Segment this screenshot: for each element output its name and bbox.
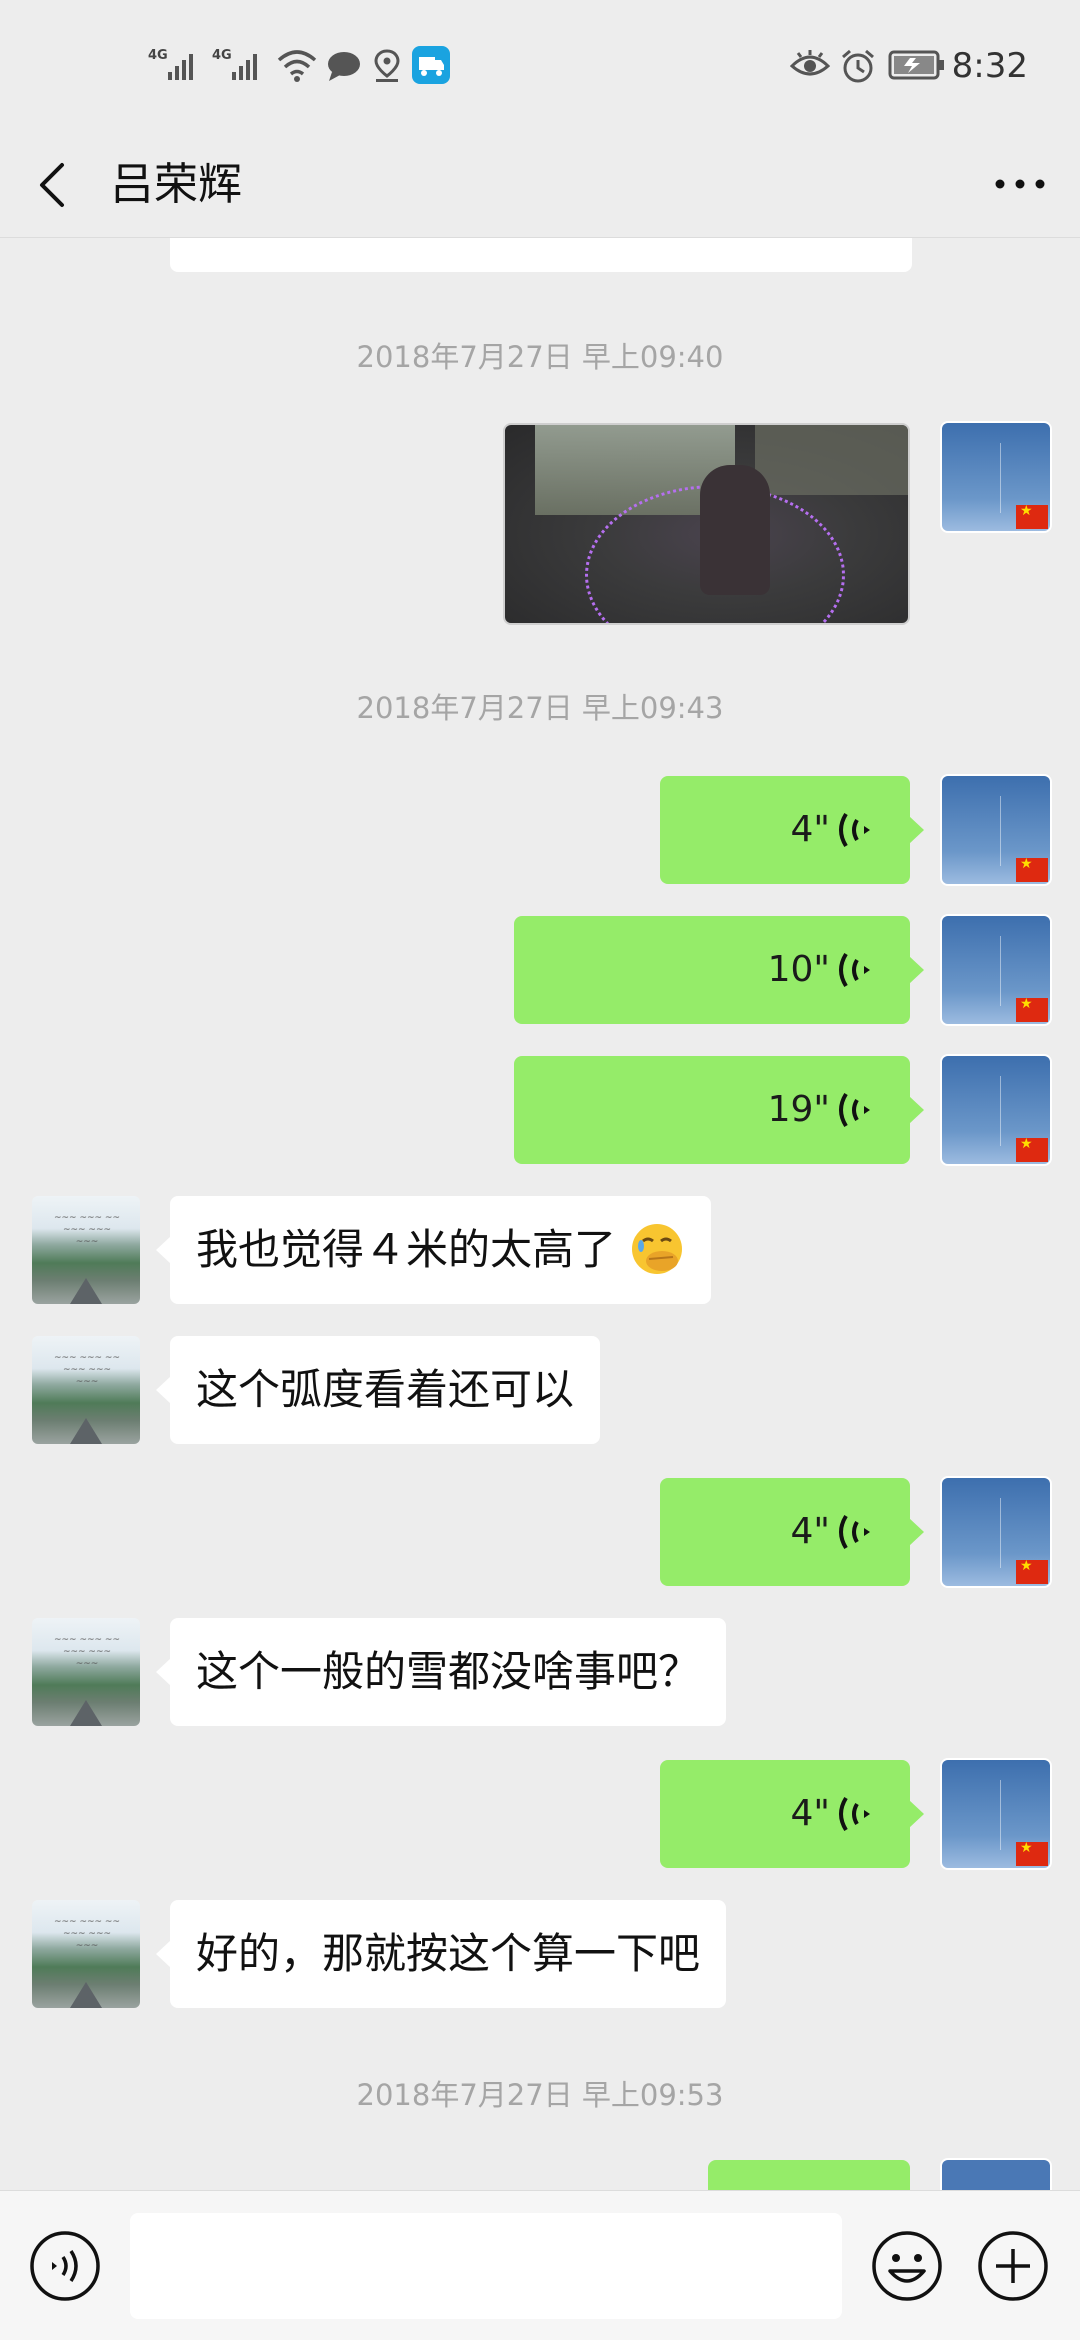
- message-input[interactable]: [130, 2213, 842, 2319]
- signal-icon-2: [232, 54, 257, 80]
- voice-wave-icon: [839, 1092, 870, 1128]
- voice-message[interactable]: 4": [660, 776, 924, 884]
- self-avatar[interactable]: [942, 1478, 1050, 1586]
- voice-message[interactable]: 10": [514, 916, 924, 1024]
- voice-duration: 4": [790, 809, 830, 850]
- message-list[interactable]: 2018年7月27日 早上09:40 2018年7月27日 早上09:43 4"…: [0, 238, 1080, 2190]
- voice-wave-icon: [839, 952, 870, 988]
- timestamp: 2018年7月27日 早上09:53: [356, 2078, 724, 2112]
- text-message[interactable]: 这个一般的雪都没啥事吧？: [155, 1618, 727, 1726]
- voice-duration: 4": [790, 1793, 830, 1834]
- voice-input-toggle-icon[interactable]: [28, 2229, 102, 2303]
- message-text: 好的，那就按这个算一下吧: [196, 1929, 701, 1978]
- chat-notification-icon: [328, 52, 360, 81]
- alarm-icon: [842, 49, 874, 83]
- text-message[interactable]: 我也觉得４米的太高了: [155, 1196, 712, 1304]
- self-avatar[interactable]: [942, 2160, 1050, 2190]
- contact-avatar[interactable]: ~~~ ~~~ ~~ ~~~ ~~~ ~~~: [32, 1618, 140, 1726]
- timestamp: 2018年7月27日 早上09:40: [356, 340, 724, 374]
- timestamp: 2018年7月27日 早上09:43: [356, 691, 724, 725]
- voice-wave-icon: [839, 812, 870, 848]
- eye-comfort-icon: [790, 50, 830, 76]
- network-type-1: 4G: [148, 48, 168, 63]
- previous-message-bubble[interactable]: [170, 238, 912, 272]
- text-message[interactable]: 这个弧度看着还可以: [155, 1336, 601, 1444]
- chat-header: 吕荣辉: [0, 132, 1080, 238]
- voice-wave-icon: [839, 1796, 870, 1832]
- back-arrow-icon[interactable]: [32, 150, 72, 220]
- message-text: 这个一般的雪都没啥事吧？: [196, 1647, 701, 1696]
- voice-duration: 4": [790, 1511, 830, 1552]
- input-bar: [0, 2190, 1080, 2340]
- location-icon: [374, 49, 400, 82]
- clock-time: 8:32: [951, 46, 1028, 86]
- voice-duration: 10": [767, 949, 830, 990]
- image-message[interactable]: [503, 423, 910, 625]
- self-avatar[interactable]: [942, 1760, 1050, 1868]
- contact-avatar[interactable]: ~~~ ~~~ ~~ ~~~ ~~~ ~~~: [32, 1196, 140, 1304]
- text-message[interactable]: 好的，那就按这个算一下吧: [155, 1900, 727, 2008]
- voice-message[interactable]: 4": [660, 1478, 924, 1586]
- plus-icon[interactable]: [976, 2229, 1050, 2303]
- battery-charging-icon: [888, 50, 944, 80]
- network-type-2: 4G: [212, 48, 232, 63]
- self-avatar[interactable]: [942, 1056, 1050, 1164]
- voice-duration: 19": [767, 1089, 830, 1130]
- signal-icon-1: [168, 54, 193, 80]
- status-bar: 4G 4G 8:32: [0, 0, 1080, 132]
- chat-screen: 4G 4G 8:32 吕荣辉 2018年7月27日 早上09:40 ★ 2018…: [0, 0, 1080, 2340]
- wifi-icon: [277, 50, 317, 82]
- voice-message[interactable]: 4": [660, 1760, 924, 1868]
- message-text: 我也觉得４米的太高了: [196, 1225, 617, 1274]
- voice-message[interactable]: [708, 2160, 910, 2190]
- message-text: 这个弧度看着还可以: [196, 1365, 575, 1414]
- self-avatar[interactable]: [942, 423, 1050, 531]
- self-avatar[interactable]: [942, 776, 1050, 884]
- self-avatar[interactable]: [942, 916, 1050, 1024]
- delivery-app-icon: [412, 46, 450, 84]
- chat-title: 吕荣辉: [110, 159, 242, 210]
- contact-avatar[interactable]: ~~~ ~~~ ~~ ~~~ ~~~ ~~~: [32, 1900, 140, 2008]
- more-options-icon[interactable]: [990, 162, 1050, 206]
- contact-avatar[interactable]: ~~~ ~~~ ~~ ~~~ ~~~ ~~~: [32, 1336, 140, 1444]
- emoji-icon[interactable]: [870, 2229, 944, 2303]
- voice-wave-icon: [839, 1514, 870, 1550]
- voice-message[interactable]: 19": [514, 1056, 924, 1164]
- face-with-hand-over-mouth-emoji: [632, 1223, 683, 1274]
